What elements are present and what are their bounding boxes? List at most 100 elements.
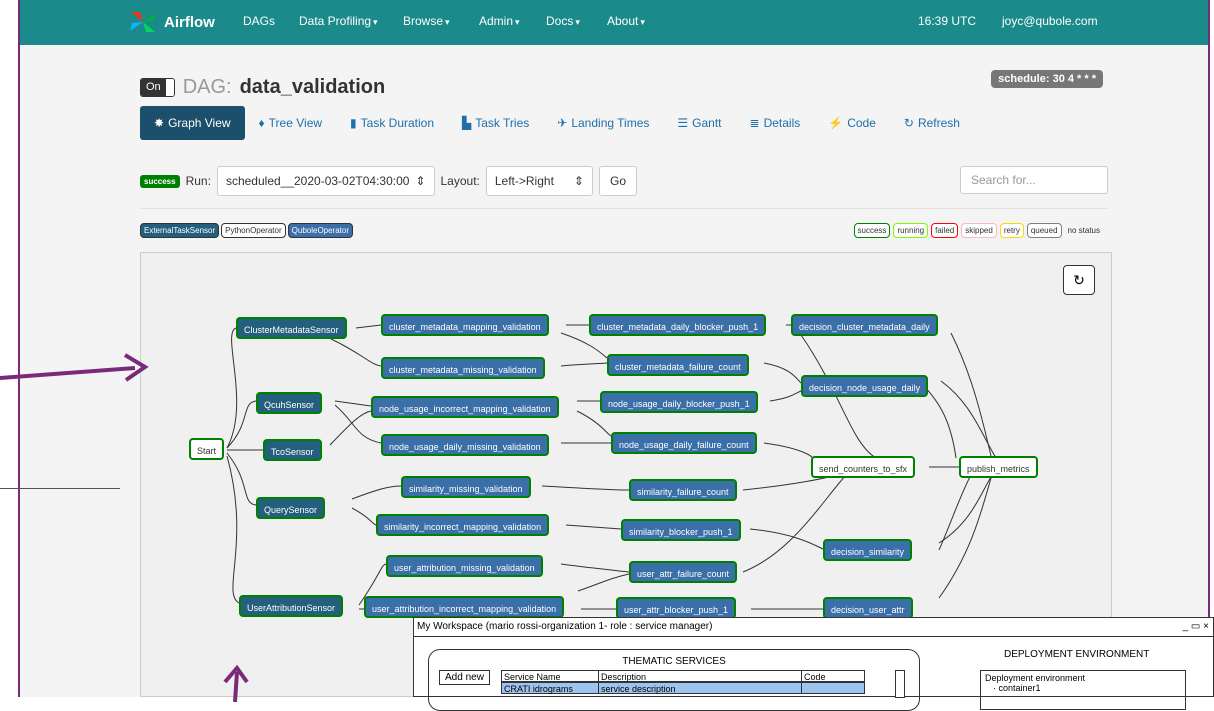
status-legend: success running failed skipped retry que…: [853, 223, 1103, 238]
task-node[interactable]: similarity_failure_count: [629, 479, 737, 501]
nav-dags[interactable]: DAGs: [243, 14, 275, 28]
task-node[interactable]: similarity_missing_validation: [401, 476, 531, 498]
caret-down-icon: ▾: [373, 17, 378, 27]
task-node[interactable]: ClusterMetadataSensor: [236, 317, 347, 339]
tab-gantt[interactable]: ☰ Gantt: [663, 106, 735, 140]
airflow-window: Airflow DAGs Data Profiling ▾ Browse ▾ Adm…: [18, 0, 1210, 697]
task-node[interactable]: cluster_metadata_daily_blocker_push_1: [589, 314, 767, 336]
tab-task-duration[interactable]: ▮ Task Duration: [336, 106, 448, 140]
task-node[interactable]: cluster_metadata_mapping_validation: [381, 314, 549, 336]
tab-landing-times[interactable]: ✈ Landing Times: [543, 106, 663, 140]
task-node[interactable]: node_usage_daily_blocker_push_1: [600, 391, 758, 413]
tab-details[interactable]: ≣ Details: [736, 106, 815, 140]
divider: [0, 488, 120, 489]
dag-pause-toggle[interactable]: On: [140, 78, 175, 97]
asterisk-icon: ✸: [154, 116, 165, 130]
legend-no-status: no status: [1067, 226, 1100, 235]
tab-code[interactable]: ⚡ Code: [814, 106, 890, 140]
task-node[interactable]: decision_cluster_metadata_daily: [791, 314, 938, 336]
operator-legend: ExternalTaskSensor PythonOperator Qubole…: [140, 223, 354, 238]
table-header: Service Name Description Code: [501, 670, 895, 682]
legend-failed: failed: [931, 223, 959, 238]
view-tabs: ✸ Graph View ♦ Tree View ▮ Task Duration ▙ T…: [140, 106, 974, 140]
flash-icon: ⚡: [828, 116, 844, 130]
tab-tree-view[interactable]: ♦ Tree View: [245, 106, 336, 140]
go-button[interactable]: Go: [598, 166, 637, 196]
task-node[interactable]: cluster_metadata_failure_count: [607, 354, 749, 376]
deployment-box: Deployment environment · container1: [980, 670, 1186, 710]
task-node[interactable]: UserAttributionSensor: [239, 595, 344, 617]
task-node[interactable]: node_usage_daily_missing_validation: [381, 434, 549, 456]
nav-admin[interactable]: Admin ▾: [479, 14, 520, 28]
tab-graph-view[interactable]: ✸ Graph View: [140, 106, 245, 140]
run-state-badge: success: [140, 174, 180, 188]
task-node[interactable]: user_attribution_incorrect_mapping_valid…: [364, 596, 565, 618]
airflow-logo[interactable]: Airflow: [128, 6, 215, 38]
airflow-pinwheel-icon: [130, 12, 156, 32]
legend-retry: retry: [999, 223, 1024, 238]
task-node[interactable]: user_attr_failure_count: [629, 561, 738, 583]
task-node[interactable]: QcuhSensor: [256, 392, 323, 414]
layout-select[interactable]: Left->Right ⇕: [485, 166, 593, 196]
refresh-icon: ↻: [1073, 271, 1085, 288]
caret-down-icon: ▾: [515, 17, 520, 27]
task-node[interactable]: similarity_incorrect_mapping_validation: [376, 514, 550, 536]
services-table: Service Name Description Code CRATI idro…: [501, 670, 895, 694]
task-node[interactable]: user_attr_blocker_push_1: [616, 597, 737, 619]
window-controls-icon[interactable]: _ ▭ ×: [1183, 618, 1209, 636]
task-node[interactable]: similarity_blocker_push_1: [621, 519, 741, 541]
tab-refresh[interactable]: ↻ Refresh: [890, 106, 974, 140]
task-node[interactable]: decision_user_attr: [823, 597, 913, 619]
graph-refresh-button[interactable]: ↻: [1063, 265, 1095, 295]
select-arrows-icon: ⇕: [573, 174, 584, 188]
legend-queued: queued: [1026, 223, 1062, 238]
refresh-icon: ↻: [903, 116, 914, 130]
list-icon: ≣: [749, 116, 760, 130]
task-node[interactable]: send_counters_to_sfx: [811, 456, 916, 478]
nav-data-profiling[interactable]: Data Profiling ▾: [299, 14, 378, 28]
deployment-title: DEPLOYMENT ENVIRONMENT: [1004, 649, 1150, 660]
plane-icon: ✈: [557, 116, 568, 130]
gantt-icon: ☰: [677, 116, 689, 130]
brand-label: Airflow: [164, 13, 215, 31]
task-node[interactable]: user_attribution_missing_validation: [386, 555, 543, 577]
thematic-services-panel: THEMATIC SERVICES Add new Service Name D…: [428, 649, 920, 711]
caret-down-icon: ▾: [445, 17, 450, 27]
tab-task-tries[interactable]: ▙ Task Tries: [448, 106, 543, 140]
layout-label: Layout:: [440, 174, 480, 188]
mockup-title: My Workspace (mario rossi-organization 1…: [417, 621, 713, 632]
op-python-operator: PythonOperator: [221, 223, 286, 238]
table-row[interactable]: CRATI idrograms service description: [501, 682, 895, 694]
caret-down-icon: ▾: [640, 17, 645, 27]
task-node[interactable]: node_usage_incorrect_mapping_validation: [371, 396, 559, 418]
schedule-badge: schedule: 30 4 * * *: [991, 70, 1103, 88]
task-node[interactable]: node_usage_daily_failure_count: [611, 432, 757, 454]
task-node[interactable]: publish_metrics: [959, 456, 1038, 478]
add-new-button[interactable]: Add new: [439, 670, 490, 685]
legend-skipped: skipped: [961, 223, 997, 238]
utc-clock: 16:39 UTC: [918, 14, 977, 28]
task-node[interactable]: decision_similarity: [823, 539, 913, 561]
task-node[interactable]: TcoSensor: [263, 439, 322, 461]
task-search-input[interactable]: Search for...: [960, 166, 1108, 194]
task-node[interactable]: cluster_metadata_missing_validation: [381, 357, 545, 379]
divider: [140, 208, 1108, 209]
annotation-arrow-up: [223, 664, 249, 702]
nav-docs[interactable]: Docs ▾: [546, 14, 580, 28]
navbar: Airflow DAGs Data Profiling ▾ Browse ▾ Adm…: [20, 0, 1208, 45]
nav-browse[interactable]: Browse ▾: [403, 14, 450, 28]
dag-id: data_validation: [239, 76, 386, 98]
op-qubole-operator: QuboleOperator: [287, 223, 354, 238]
task-node[interactable]: QuerySensor: [256, 497, 326, 519]
nav-about[interactable]: About ▾: [607, 14, 645, 28]
caret-down-icon: ▾: [575, 17, 580, 27]
run-selector-bar: success Run: scheduled__2020-03-02T04:30…: [140, 166, 637, 196]
legend-running: running: [893, 223, 929, 238]
select-arrows-icon: ⇕: [415, 174, 426, 188]
task-node[interactable]: Start: [189, 438, 225, 460]
run-select[interactable]: scheduled__2020-03-02T04:30:00 ⇕: [216, 166, 435, 196]
bar-chart-icon: ▮: [350, 116, 357, 130]
table-scrollbar[interactable]: [895, 670, 905, 698]
user-menu[interactable]: joyc@qubole.com: [1002, 14, 1098, 28]
task-node[interactable]: decision_node_usage_daily: [801, 375, 929, 397]
